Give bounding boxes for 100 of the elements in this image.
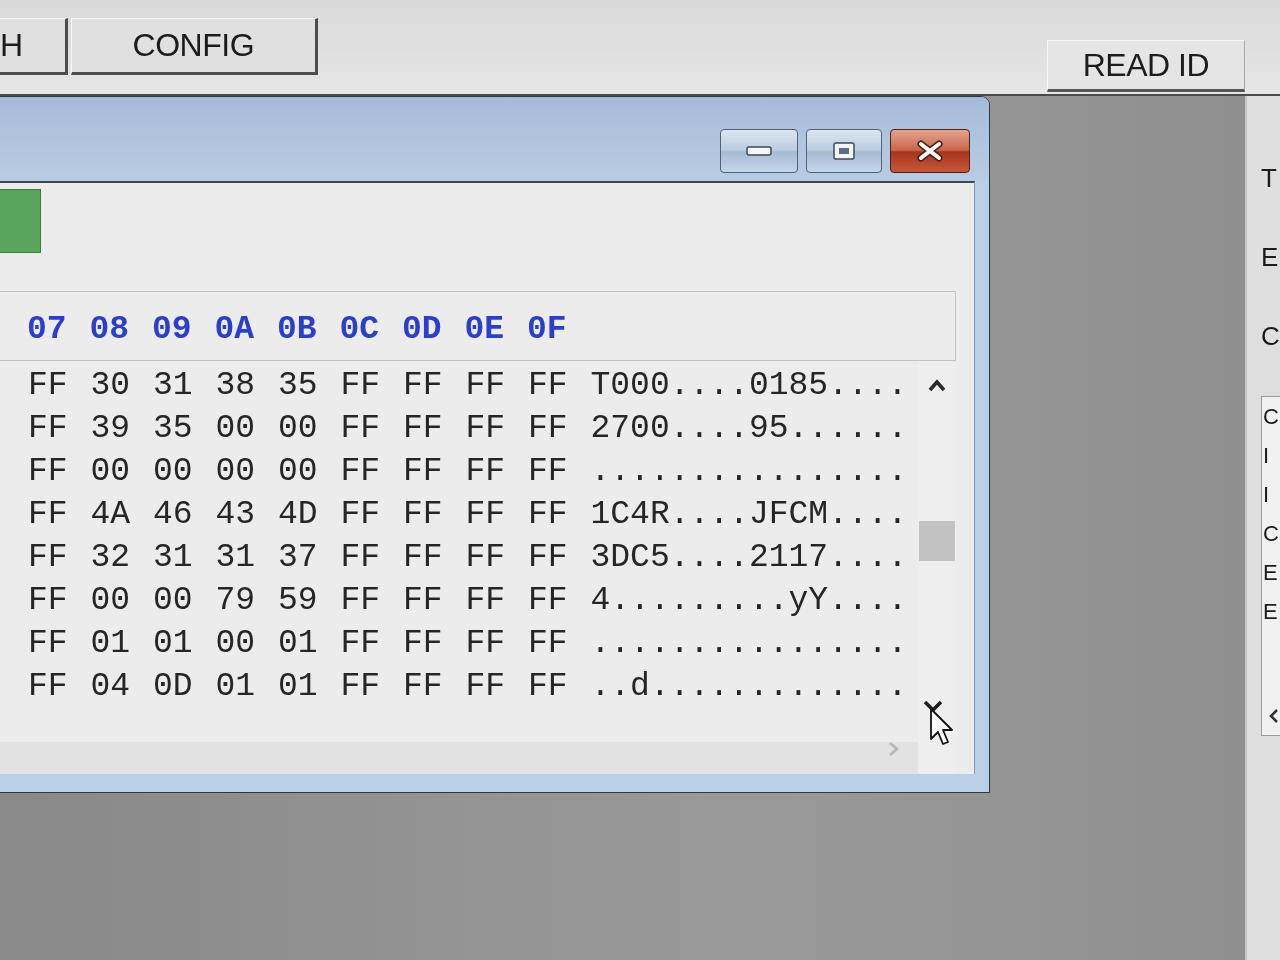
hex-byte: FF: [340, 666, 381, 707]
list-item[interactable]: I: [1263, 436, 1270, 475]
hex-byte: 35: [153, 408, 193, 449]
hex-byte: 00: [215, 623, 256, 664]
hex-byte: 01: [90, 623, 131, 664]
hex-byte: 79: [215, 580, 256, 621]
hex-byte: 32: [90, 537, 131, 578]
ascii-text: 3DC5....2117....: [590, 537, 908, 578]
hex-byte: 30: [90, 365, 131, 406]
side-label: E: [1261, 242, 1279, 272]
hex-byte: FF: [403, 494, 443, 535]
hex-byte: 01: [278, 623, 318, 664]
read-id-button[interactable]: READ ID: [1046, 40, 1245, 92]
hex-byte: FF: [465, 580, 506, 621]
column-header: 0D: [402, 310, 442, 350]
hex-byte: 04: [90, 666, 131, 707]
ascii-text: ..d.............: [590, 666, 908, 707]
maximize-icon: [833, 142, 855, 160]
column-header: 0B: [277, 310, 317, 350]
minimize-button[interactable]: [720, 129, 798, 173]
list-item[interactable]: C: [1263, 397, 1279, 436]
hex-byte: 00: [153, 580, 193, 621]
hex-byte: FF: [465, 666, 506, 707]
hex-byte: 4A: [90, 494, 131, 535]
hex-byte: FF: [465, 365, 506, 406]
hex-byte: FF: [528, 666, 568, 707]
side-label: C: [1261, 321, 1280, 351]
hex-byte: FF: [528, 580, 568, 621]
hex-byte: FF: [403, 365, 443, 406]
ascii-text: T000....0185....: [590, 365, 908, 406]
minimize-icon: [746, 146, 772, 156]
hex-byte: FF: [28, 580, 68, 621]
hex-byte: 38: [215, 365, 256, 406]
hex-byte: FF: [340, 365, 381, 406]
hex-byte: 00: [153, 451, 193, 492]
hex-byte: FF: [403, 666, 443, 707]
hex-byte: FF: [403, 580, 443, 621]
hex-byte: 00: [278, 408, 318, 449]
hex-byte: FF: [528, 537, 568, 578]
hex-byte: 0D: [153, 666, 193, 707]
hex-byte: FF: [340, 537, 381, 578]
hex-byte: FF: [465, 623, 506, 664]
hex-byte: 01: [153, 623, 193, 664]
hex-byte: FF: [528, 408, 568, 449]
ascii-text: ................: [590, 623, 908, 664]
hex-byte: FF: [465, 408, 506, 449]
hex-byte: 00: [90, 451, 131, 492]
hex-byte: 37: [278, 537, 318, 578]
list-item[interactable]: I: [1263, 475, 1270, 514]
maximize-button[interactable]: [806, 129, 882, 173]
close-icon: [915, 140, 945, 162]
hex-byte: 35: [278, 365, 318, 406]
ascii-text: ................: [590, 451, 908, 492]
hex-byte: FF: [528, 494, 568, 535]
column-header: 0E: [464, 310, 505, 350]
list-item[interactable]: E: [1263, 553, 1278, 592]
hex-byte: FF: [403, 408, 443, 449]
side-label: T: [1261, 163, 1277, 193]
hex-byte: 00: [215, 451, 256, 492]
hex-byte: FF: [28, 494, 68, 535]
hex-byte: 4D: [278, 494, 318, 535]
column-header: 0C: [339, 310, 380, 350]
hex-byte: 31: [215, 537, 256, 578]
hex-byte: FF: [403, 623, 443, 664]
hex-byte: 01: [215, 666, 256, 707]
column-header: 07: [27, 310, 67, 350]
list-item[interactable]: E: [1263, 592, 1278, 631]
hex-byte: FF: [528, 623, 568, 664]
hex-byte: FF: [28, 537, 68, 578]
hex-byte: 00: [278, 451, 318, 492]
hex-byte: FF: [340, 494, 381, 535]
column-header: 08: [89, 310, 130, 350]
column-header: 0A: [214, 310, 255, 350]
ascii-text: 2700....95......: [590, 408, 908, 449]
tab[interactable]: H: [0, 18, 68, 75]
list-item[interactable]: C: [1263, 514, 1279, 553]
hex-byte: FF: [28, 451, 68, 492]
close-button[interactable]: [890, 129, 970, 173]
hex-byte: FF: [528, 451, 568, 492]
hex-byte: 00: [215, 408, 256, 449]
scrollbar-thumb[interactable]: [919, 521, 955, 561]
hex-byte: FF: [465, 494, 506, 535]
hex-byte: FF: [340, 623, 381, 664]
hex-byte: FF: [340, 580, 381, 621]
hex-byte: FF: [528, 365, 568, 406]
hex-byte: 46: [153, 494, 193, 535]
hex-byte: FF: [28, 365, 68, 406]
hex-byte: FF: [28, 666, 68, 707]
ascii-text: 1C4R....JFCM....: [590, 494, 908, 535]
hex-byte: 31: [153, 365, 193, 406]
hex-byte: FF: [28, 408, 68, 449]
hex-byte: 59: [278, 580, 318, 621]
column-header: 09: [152, 310, 192, 350]
hex-byte: FF: [403, 451, 443, 492]
hex-byte: FF: [403, 537, 443, 578]
hex-byte: 43: [215, 494, 256, 535]
hex-byte: FF: [340, 451, 381, 492]
hex-byte: 00: [90, 580, 131, 621]
tab[interactable]: CONFIG: [70, 18, 319, 75]
hex-byte: FF: [465, 451, 506, 492]
